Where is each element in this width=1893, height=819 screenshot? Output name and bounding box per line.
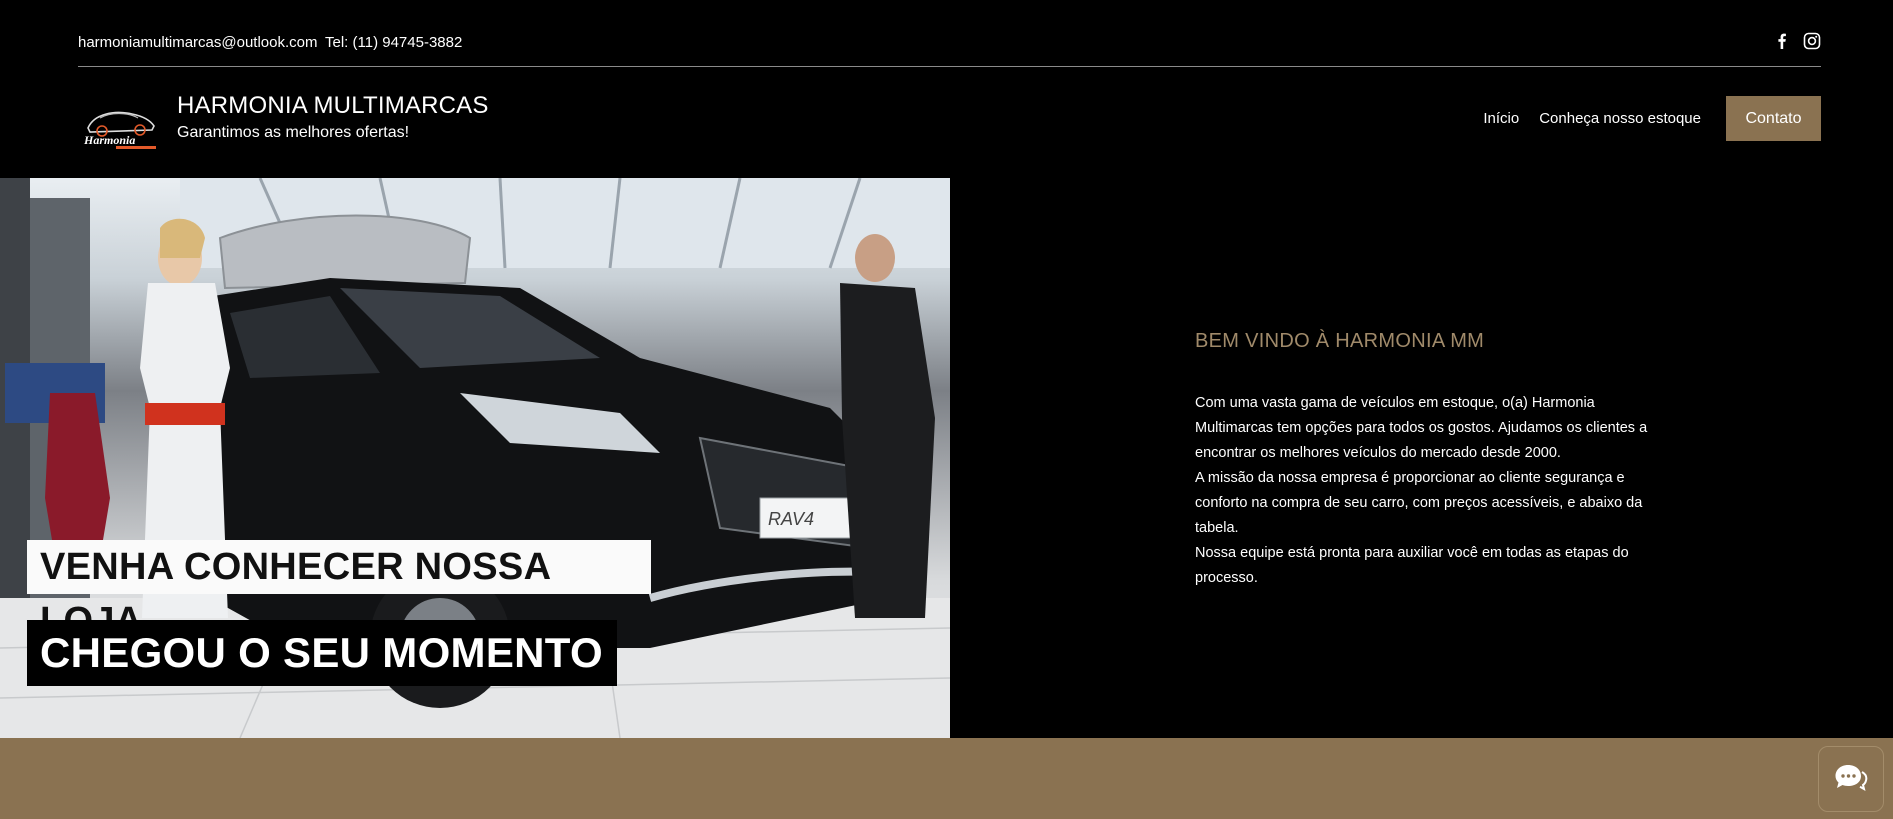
facebook-icon[interactable] [1773,32,1791,50]
welcome-paragraph: A missão da nossa empresa é proporcionar… [1195,470,1643,536]
welcome-paragraph: Com uma vasta gama de veículos em estoqu… [1195,395,1648,461]
welcome-body: Com uma vasta gama de veículos em estoqu… [1195,391,1665,591]
main-nav: Início Conheça nosso estoque Contato [1483,96,1821,141]
hero-headline-1: VENHA CONHECER NOSSA LOJA [27,540,651,642]
nav-item-home[interactable]: Início [1483,110,1519,127]
footer-band [0,738,1893,819]
hero-headline-2: CHEGOU O SEU MOMENTO [27,620,617,686]
chat-bubble-icon [1834,762,1868,797]
chat-button[interactable] [1818,746,1884,812]
welcome-paragraph: Nossa equipe está pronta para auxiliar v… [1195,545,1629,586]
nav-item-stock[interactable]: Conheça nosso estoque [1539,110,1701,127]
contact-button[interactable]: Contato [1726,96,1821,141]
instagram-icon[interactable] [1803,32,1821,50]
contact-phone[interactable]: Tel: (11) 94745-3882 [325,34,462,51]
top-contact-bar: harmoniamultimarcas@outlook.com Tel: (11… [78,0,1821,67]
contact-email[interactable]: harmoniamultimarcas@outlook.com [78,34,317,51]
license-plate-text: RAV4 [768,509,814,529]
welcome-title: BEM VINDO À HARMONIA MM [1195,330,1485,352]
svg-text:Harmonia: Harmonia [83,133,135,147]
hero-video[interactable]: RAV4 VENHA CONHECER NOSSA LOJA CHEGOU O … [0,178,950,738]
site-tagline: Garantimos as melhores ofertas! [177,124,410,141]
social-links [1773,32,1821,50]
site-logo[interactable]: Harmonia [80,102,160,150]
site-title[interactable]: HARMONIA MULTIMARCAS [177,92,489,120]
site-header: Harmonia HARMONIA MULTIMARCAS Garantimos… [0,66,1893,178]
